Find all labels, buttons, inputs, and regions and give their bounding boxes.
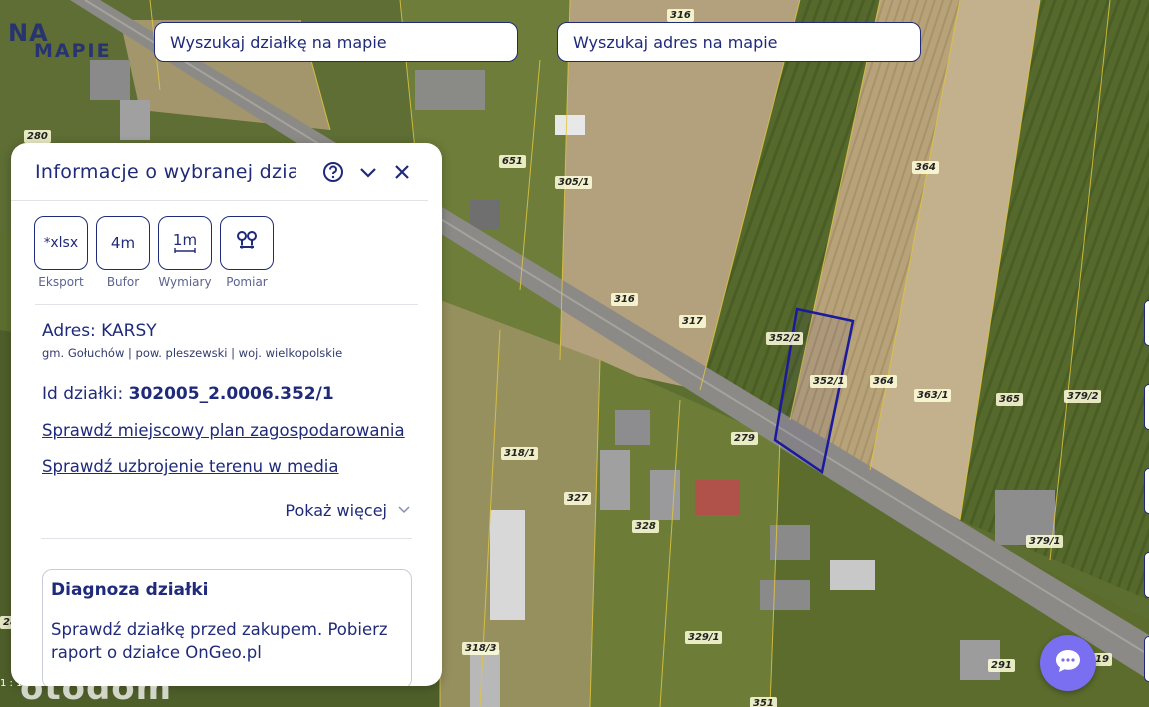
measure-button[interactable]: [220, 216, 274, 270]
search-address-placeholder: Wyszukaj adres na mapie: [573, 32, 778, 52]
tool-label-export: Eksport: [38, 275, 84, 289]
tool-label-measure: Pomiar: [226, 275, 268, 289]
parcel-label: 329/1: [685, 631, 723, 644]
parcel-label: 364: [870, 375, 897, 388]
parcel-info-panel: Informacje o wybranej działce *xlsx Eksp…: [11, 143, 442, 686]
search-address-input[interactable]: Wyszukaj adres na mapie: [557, 22, 921, 62]
tool-dimensions[interactable]: 1m Wymiary: [158, 216, 212, 289]
divider: [41, 538, 412, 539]
parcel-label: 280: [24, 130, 51, 143]
parcel-id-value: 302005_2.0006.352/1: [128, 384, 334, 404]
parcel-id-row: Id działki: 302005_2.0006.352/1: [11, 360, 442, 404]
tool-measure[interactable]: Pomiar: [220, 216, 274, 289]
tool-label-buffer: Bufor: [106, 275, 140, 289]
tool-label-dimensions: Wymiary: [158, 275, 212, 289]
dimensions-button[interactable]: 1m: [158, 216, 212, 270]
logo[interactable]: NA MAPIE: [8, 21, 112, 62]
parcel-label: 363/1: [914, 389, 952, 402]
link-utilities[interactable]: Sprawdź uzbrojenie terenu w media: [11, 457, 442, 476]
parcel-label: 318/1: [501, 447, 539, 460]
edge-tab[interactable]: [1144, 552, 1149, 598]
panel-header: Informacje o wybranej działce: [11, 143, 428, 201]
tool-buffer[interactable]: 4m Bufor: [96, 216, 150, 289]
dimensions-icon: 1m: [172, 231, 198, 249]
chevron-down-small-icon: [397, 501, 411, 520]
parcel-label: 291: [988, 659, 1015, 672]
address-label: Adres: KARSY: [42, 321, 157, 341]
map-scale: 1 : 1: [0, 678, 23, 689]
help-icon[interactable]: [322, 161, 344, 183]
tool-bar: * xlsx Eksport 4m Bufor 1m Wymiary Pomia…: [11, 201, 442, 289]
parcel-label: 328: [632, 520, 659, 533]
parcel-label: 318/3: [462, 642, 500, 655]
parcel-id-label: Id działki:: [42, 384, 124, 404]
tool-export[interactable]: * xlsx Eksport: [34, 216, 88, 289]
search-parcel-input[interactable]: Wyszukaj działkę na mapie: [154, 22, 518, 62]
parcel-label: 305/1: [555, 176, 593, 189]
parcel-label: 317: [679, 315, 706, 328]
chevron-down-icon[interactable]: [358, 162, 378, 182]
parcel-label: 316: [667, 9, 694, 22]
parcel-label: 351: [750, 697, 777, 707]
search-parcel-placeholder: Wyszukaj działkę na mapie: [170, 32, 387, 52]
export-button[interactable]: * xlsx: [34, 216, 88, 270]
edge-tab[interactable]: [1144, 300, 1149, 346]
parcel-label: 352/2: [766, 332, 804, 345]
close-icon[interactable]: [392, 162, 412, 182]
diagnosis-text: Sprawdź działkę przed zakupem. Pobierz r…: [51, 620, 388, 662]
edge-tab[interactable]: [1144, 384, 1149, 430]
export-icon: xlsx: [50, 235, 79, 251]
address-block: Adres: KARSY gm. Gołuchów | pow. pleszew…: [11, 305, 442, 360]
edge-tab[interactable]: [1144, 636, 1149, 682]
address-details: gm. Gołuchów | pow. pleszewski | woj. wi…: [42, 346, 343, 360]
parcel-label: 365: [996, 393, 1023, 406]
show-more-button[interactable]: Pokaż więcej: [11, 476, 442, 520]
link-zoning-plan[interactable]: Sprawdź miejscowy plan zagospodarowania: [11, 421, 442, 440]
edge-tab[interactable]: [1144, 468, 1149, 514]
chat-button[interactable]: [1040, 635, 1096, 691]
buffer-button[interactable]: 4m: [96, 216, 150, 270]
chat-bubble-icon: [1053, 646, 1083, 680]
panel-title: Informacje o wybranej działce: [35, 160, 296, 183]
parcel-label: 651: [499, 155, 526, 168]
parcel-label: 364: [912, 161, 939, 174]
logo-line2: MAPIE: [34, 40, 112, 62]
parcel-label: 279: [731, 432, 758, 445]
show-more-label: Pokaż więcej: [285, 501, 387, 520]
buffer-icon: 4m: [110, 234, 136, 252]
parcel-label: 327: [564, 492, 591, 505]
parcel-label: 379/1: [1026, 535, 1064, 548]
watermark: otodom: [20, 668, 173, 707]
parcel-label: 379/2: [1064, 390, 1102, 403]
diagnosis-title: Diagnoza działki: [51, 580, 209, 600]
parcel-label: 316: [611, 293, 638, 306]
parcel-label-selected: 352/1: [810, 375, 848, 388]
measure-pins-icon: [236, 230, 258, 256]
